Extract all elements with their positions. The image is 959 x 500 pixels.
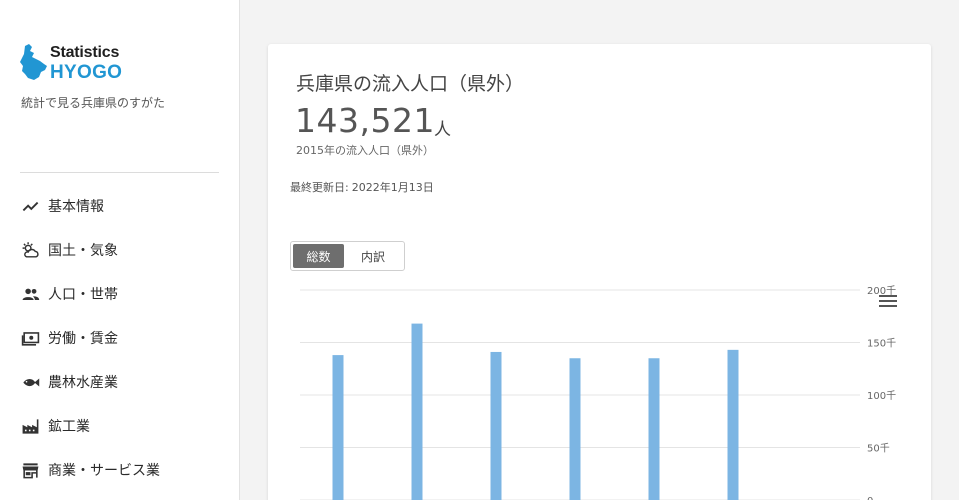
stat-unit: 人 (434, 120, 451, 140)
sidebar-item-basic-info[interactable]: 基本情報 (0, 184, 239, 228)
chart-bar[interactable] (648, 358, 660, 500)
bar-chart: 200千150千100千50千0 (300, 285, 896, 500)
sidebar-item-industry[interactable]: 鉱工業 (0, 404, 239, 448)
sidebar-item-label: 人口・世帯 (48, 287, 118, 303)
sidebar: Statistics HYOGO 統計で見る兵庫県のすがた 基本情報 国土・気象 (0, 0, 240, 500)
sidebar-item-labor[interactable]: 労働・賃金 (0, 316, 239, 360)
stat-value: 143,521 (295, 101, 435, 140)
sidebar-divider (20, 172, 219, 173)
hyogo-map-icon (20, 44, 47, 80)
weather-icon (21, 241, 40, 260)
store-icon (21, 461, 40, 480)
trending-line-icon (21, 197, 40, 216)
toggle-total-button[interactable]: 総数 (293, 244, 344, 268)
brand-line2: HYOGO (50, 62, 123, 83)
people-icon (21, 285, 40, 304)
last-updated-label: 最終更新日: (290, 181, 349, 194)
stat-card: 兵庫県の流入人口（県外） 143,521 人 2015年の流入人口（県外） 最終… (268, 44, 931, 500)
sidebar-item-population[interactable]: 人口・世帯 (0, 272, 239, 316)
chart-bar[interactable] (411, 323, 423, 500)
fish-icon (21, 373, 40, 392)
sidebar-item-label: 労働・賃金 (48, 331, 118, 347)
toggle-breakdown-button[interactable]: 内訳 (344, 244, 402, 268)
chart-bar[interactable] (332, 355, 344, 500)
sidebar-item-land-weather[interactable]: 国土・気象 (0, 228, 239, 272)
view-toggle: 総数 内訳 (290, 241, 405, 271)
last-updated-date: 2022年1月13日 (351, 181, 434, 194)
sidebar-item-label: 鉱工業 (48, 419, 90, 435)
brand-line1: Statistics (50, 44, 120, 61)
card-title: 兵庫県の流入人口（県外） (296, 73, 525, 95)
sidebar-nav: 基本情報 国土・気象 人口・世帯 労働・賃金 農林水産業 鉱工業 商業・サービス… (0, 184, 239, 492)
y-tick-label: 100千 (867, 390, 896, 402)
y-tick-label: 150千 (867, 338, 896, 350)
chart-menu-icon[interactable] (879, 295, 897, 311)
sidebar-item-label: 基本情報 (48, 199, 104, 215)
y-tick-label: 0 (867, 496, 873, 500)
chart-bar[interactable] (569, 358, 581, 500)
sidebar-item-agriculture[interactable]: 農林水産業 (0, 360, 239, 404)
sidebar-item-label: 農林水産業 (48, 375, 118, 391)
sidebar-item-label: 商業・サービス業 (48, 463, 160, 479)
chart-bar[interactable] (490, 351, 502, 500)
stat-caption: 2015年の流入人口（県外） (296, 144, 434, 157)
brand-logo[interactable]: Statistics HYOGO (20, 44, 140, 84)
sidebar-item-commerce[interactable]: 商業・サービス業 (0, 448, 239, 492)
last-updated: 最終更新日: 2022年1月13日 (290, 179, 434, 195)
factory-icon (21, 417, 40, 436)
money-icon (21, 329, 40, 348)
chart-bar[interactable] (727, 349, 739, 500)
sidebar-item-label: 国土・気象 (48, 243, 118, 259)
y-tick-label: 50千 (867, 443, 890, 455)
site-tagline: 統計で見る兵庫県のすがた (21, 96, 166, 110)
